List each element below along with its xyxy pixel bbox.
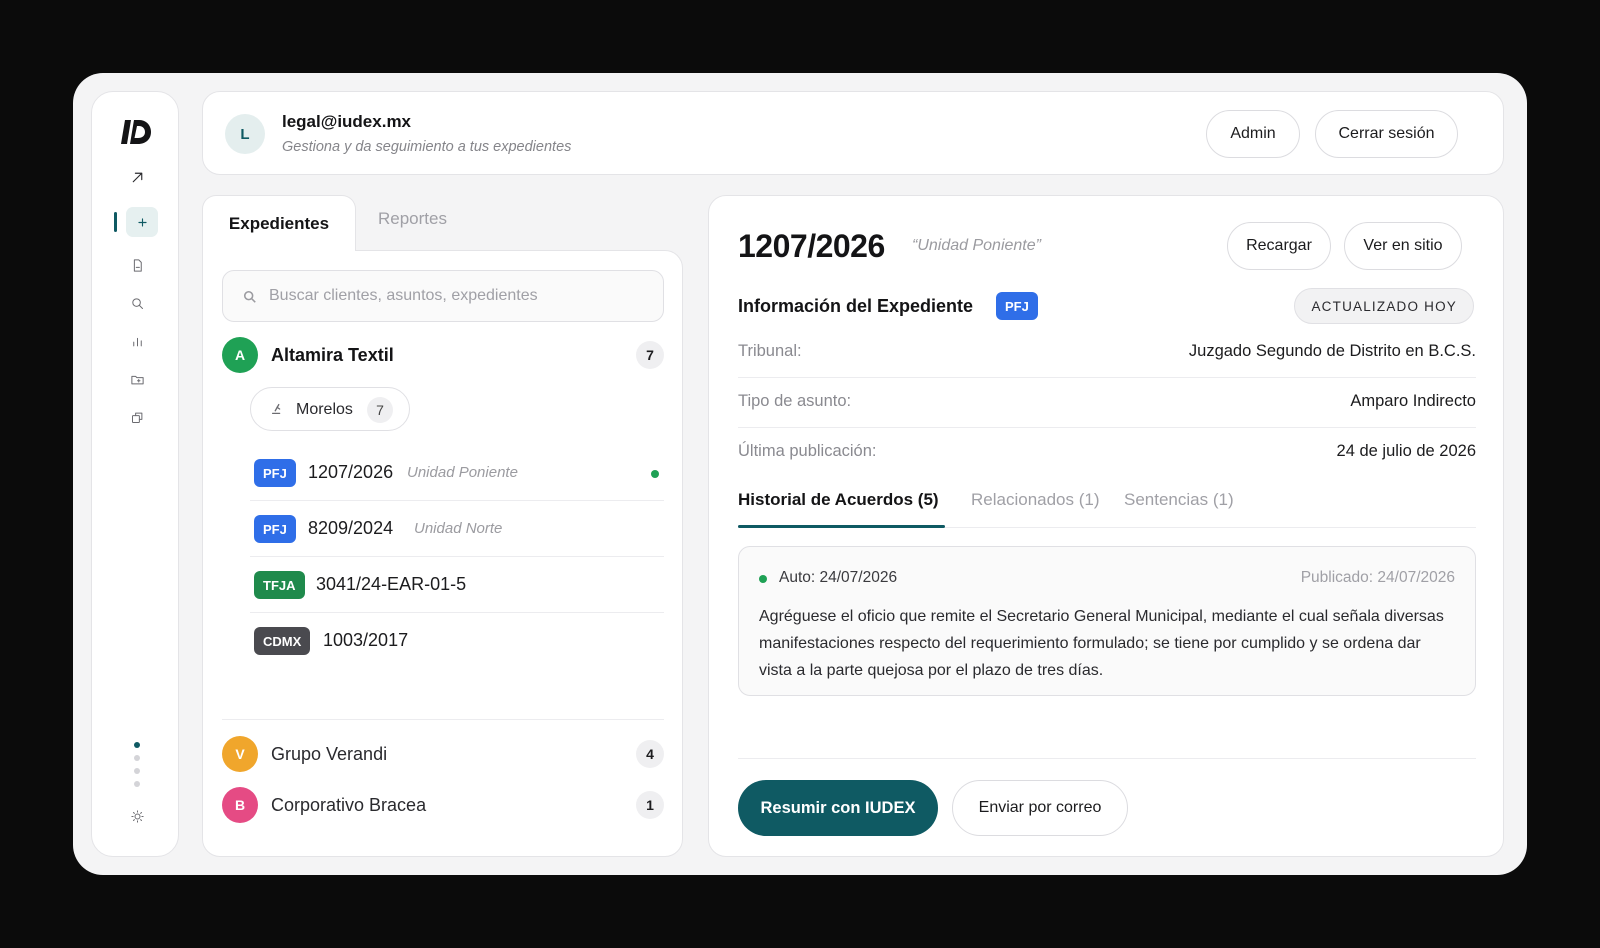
- agreement-entry: Auto: 24/07/2026 Publicado: 24/07/2026 A…: [738, 546, 1476, 696]
- field-tipo-asunto: Tipo de asunto: Amparo Indirecto: [738, 378, 1476, 428]
- field-label: Última publicación:: [738, 442, 877, 460]
- group-label: Morelos: [296, 401, 353, 418]
- case-number: 1207/2026: [308, 462, 394, 482]
- case-row-8209-2024[interactable]: PFJ 8209/2024 Unidad Norte: [250, 501, 664, 557]
- field-value: 24 de julio de 2026: [1336, 442, 1476, 460]
- client-item-bracea[interactable]: B Corporativo Bracea 1: [222, 786, 664, 824]
- sun-icon[interactable]: [124, 803, 150, 829]
- court-badge: PFJ: [996, 292, 1038, 320]
- search-box: [222, 270, 664, 322]
- entry-status-dot: [759, 575, 767, 583]
- status-badge: ACTUALIZADO HOY: [1294, 288, 1474, 324]
- entry-published-date: Publicado: 24/07/2026: [1300, 569, 1455, 586]
- pagination-dot[interactable]: [134, 781, 140, 787]
- client-avatar: A: [222, 337, 258, 373]
- field-value: Amparo Indirecto: [1350, 392, 1476, 410]
- group-chip-morelos[interactable]: Morelos 7: [250, 387, 410, 431]
- summarize-button[interactable]: Resumir con IUDEX: [738, 780, 938, 836]
- field-ultima-publicacion: Última publicación: 24 de julio de 2026: [738, 428, 1476, 478]
- active-indicator: [114, 212, 117, 232]
- active-tab-underline: [738, 525, 945, 528]
- client-item-verandi[interactable]: V Grupo Verandi 4: [222, 735, 664, 773]
- client-count-badge: 4: [636, 740, 664, 768]
- search-icon[interactable]: [124, 290, 150, 316]
- court-badge: PFJ: [254, 459, 296, 487]
- pagination-dot[interactable]: [134, 755, 140, 761]
- divider: [222, 719, 664, 720]
- group-count-badge: 7: [367, 397, 393, 423]
- logo-icon[interactable]: [120, 118, 152, 146]
- cases-panel: A Altamira Textil 7 Morelos 7 PFJ 1207/2…: [202, 250, 683, 857]
- field-tribunal: Tribunal: Juzgado Segundo de Distrito en…: [738, 328, 1476, 378]
- court-badge: CDMX: [254, 627, 311, 655]
- search-input[interactable]: [269, 271, 649, 321]
- case-unit: Unidad Poniente: [407, 464, 518, 481]
- case-row-1207-2026[interactable]: PFJ 1207/2026 Unidad Poniente: [250, 445, 664, 501]
- user-header: L legal@iudex.mx Gestiona y da seguimien…: [202, 91, 1504, 175]
- entry-text: Agréguese el oficio que remite el Secret…: [759, 608, 1444, 679]
- client-count-badge: 7: [636, 341, 664, 369]
- tab-reportes[interactable]: Reportes: [378, 209, 447, 229]
- info-section-title: Información del Expediente: [738, 296, 974, 316]
- tab-sentencias[interactable]: Sentencias (1): [1124, 490, 1234, 510]
- copy-icon[interactable]: [124, 404, 150, 430]
- client-avatar: B: [222, 787, 258, 823]
- case-unit: Unidad Norte: [414, 520, 503, 537]
- case-title: 1207/2026: [738, 228, 885, 264]
- entry-auto-date: Auto: 24/07/2026: [779, 569, 898, 586]
- case-row-1003-2017[interactable]: CDMX 1003/2017: [250, 613, 664, 669]
- case-detail-panel: 1207/2026 “Unidad Poniente” Recargar Ver…: [708, 195, 1504, 857]
- case-row-3041-24[interactable]: TFJA 3041/24-EAR-01-5: [250, 557, 664, 613]
- bar-chart-icon[interactable]: [124, 328, 150, 354]
- pagination-dot[interactable]: [134, 742, 140, 748]
- document-icon[interactable]: [124, 252, 150, 278]
- view-site-button[interactable]: Ver en sitio: [1344, 222, 1462, 270]
- arrow-up-right-icon[interactable]: [124, 164, 150, 190]
- case-number: 1003/2017: [323, 630, 409, 650]
- client-avatar: V: [222, 736, 258, 772]
- client-name: Altamira Textil: [271, 345, 394, 365]
- folder-icon[interactable]: [124, 366, 150, 392]
- client-name: Grupo Verandi: [271, 744, 388, 764]
- gavel-icon: [271, 403, 281, 415]
- header-subtitle: Gestiona y da seguimiento a tus expedien…: [282, 139, 572, 155]
- detail-tabs: Historial de Acuerdos (5) Relacionados (…: [738, 476, 1476, 528]
- field-value: Juzgado Segundo de Distrito en B.C.S.: [1188, 342, 1476, 360]
- court-badge: PFJ: [254, 515, 296, 543]
- reload-button[interactable]: Recargar: [1227, 222, 1331, 270]
- tab-relacionados[interactable]: Relacionados (1): [971, 490, 1100, 510]
- plus-icon[interactable]: [126, 207, 158, 237]
- app-window: L legal@iudex.mx Gestiona y da seguimien…: [73, 73, 1527, 875]
- admin-button[interactable]: Admin: [1206, 110, 1300, 158]
- case-number: 8209/2024: [308, 518, 394, 538]
- avatar: L: [225, 114, 265, 154]
- sidebar: [91, 91, 179, 857]
- client-name: Corporativo Bracea: [271, 795, 427, 815]
- court-badge: TFJA: [254, 571, 305, 599]
- user-email: legal@iudex.mx: [282, 112, 412, 131]
- case-number: 3041/24-EAR-01-5: [316, 574, 467, 594]
- pagination-dot[interactable]: [134, 768, 140, 774]
- client-item-altamira[interactable]: A Altamira Textil 7: [222, 336, 664, 374]
- field-label: Tribunal:: [738, 342, 802, 360]
- divider: [738, 758, 1476, 759]
- tab-expedientes[interactable]: Expedientes: [202, 195, 356, 251]
- client-count-badge: 1: [636, 791, 664, 819]
- case-unit-quote: “Unidad Poniente”: [912, 237, 1041, 254]
- tab-historial[interactable]: Historial de Acuerdos (5): [738, 490, 939, 510]
- active-status-dot: [651, 470, 659, 478]
- logout-button[interactable]: Cerrar sesión: [1315, 110, 1458, 158]
- field-label: Tipo de asunto:: [738, 392, 852, 410]
- search-icon: [243, 290, 256, 303]
- send-email-button[interactable]: Enviar por correo: [952, 780, 1128, 836]
